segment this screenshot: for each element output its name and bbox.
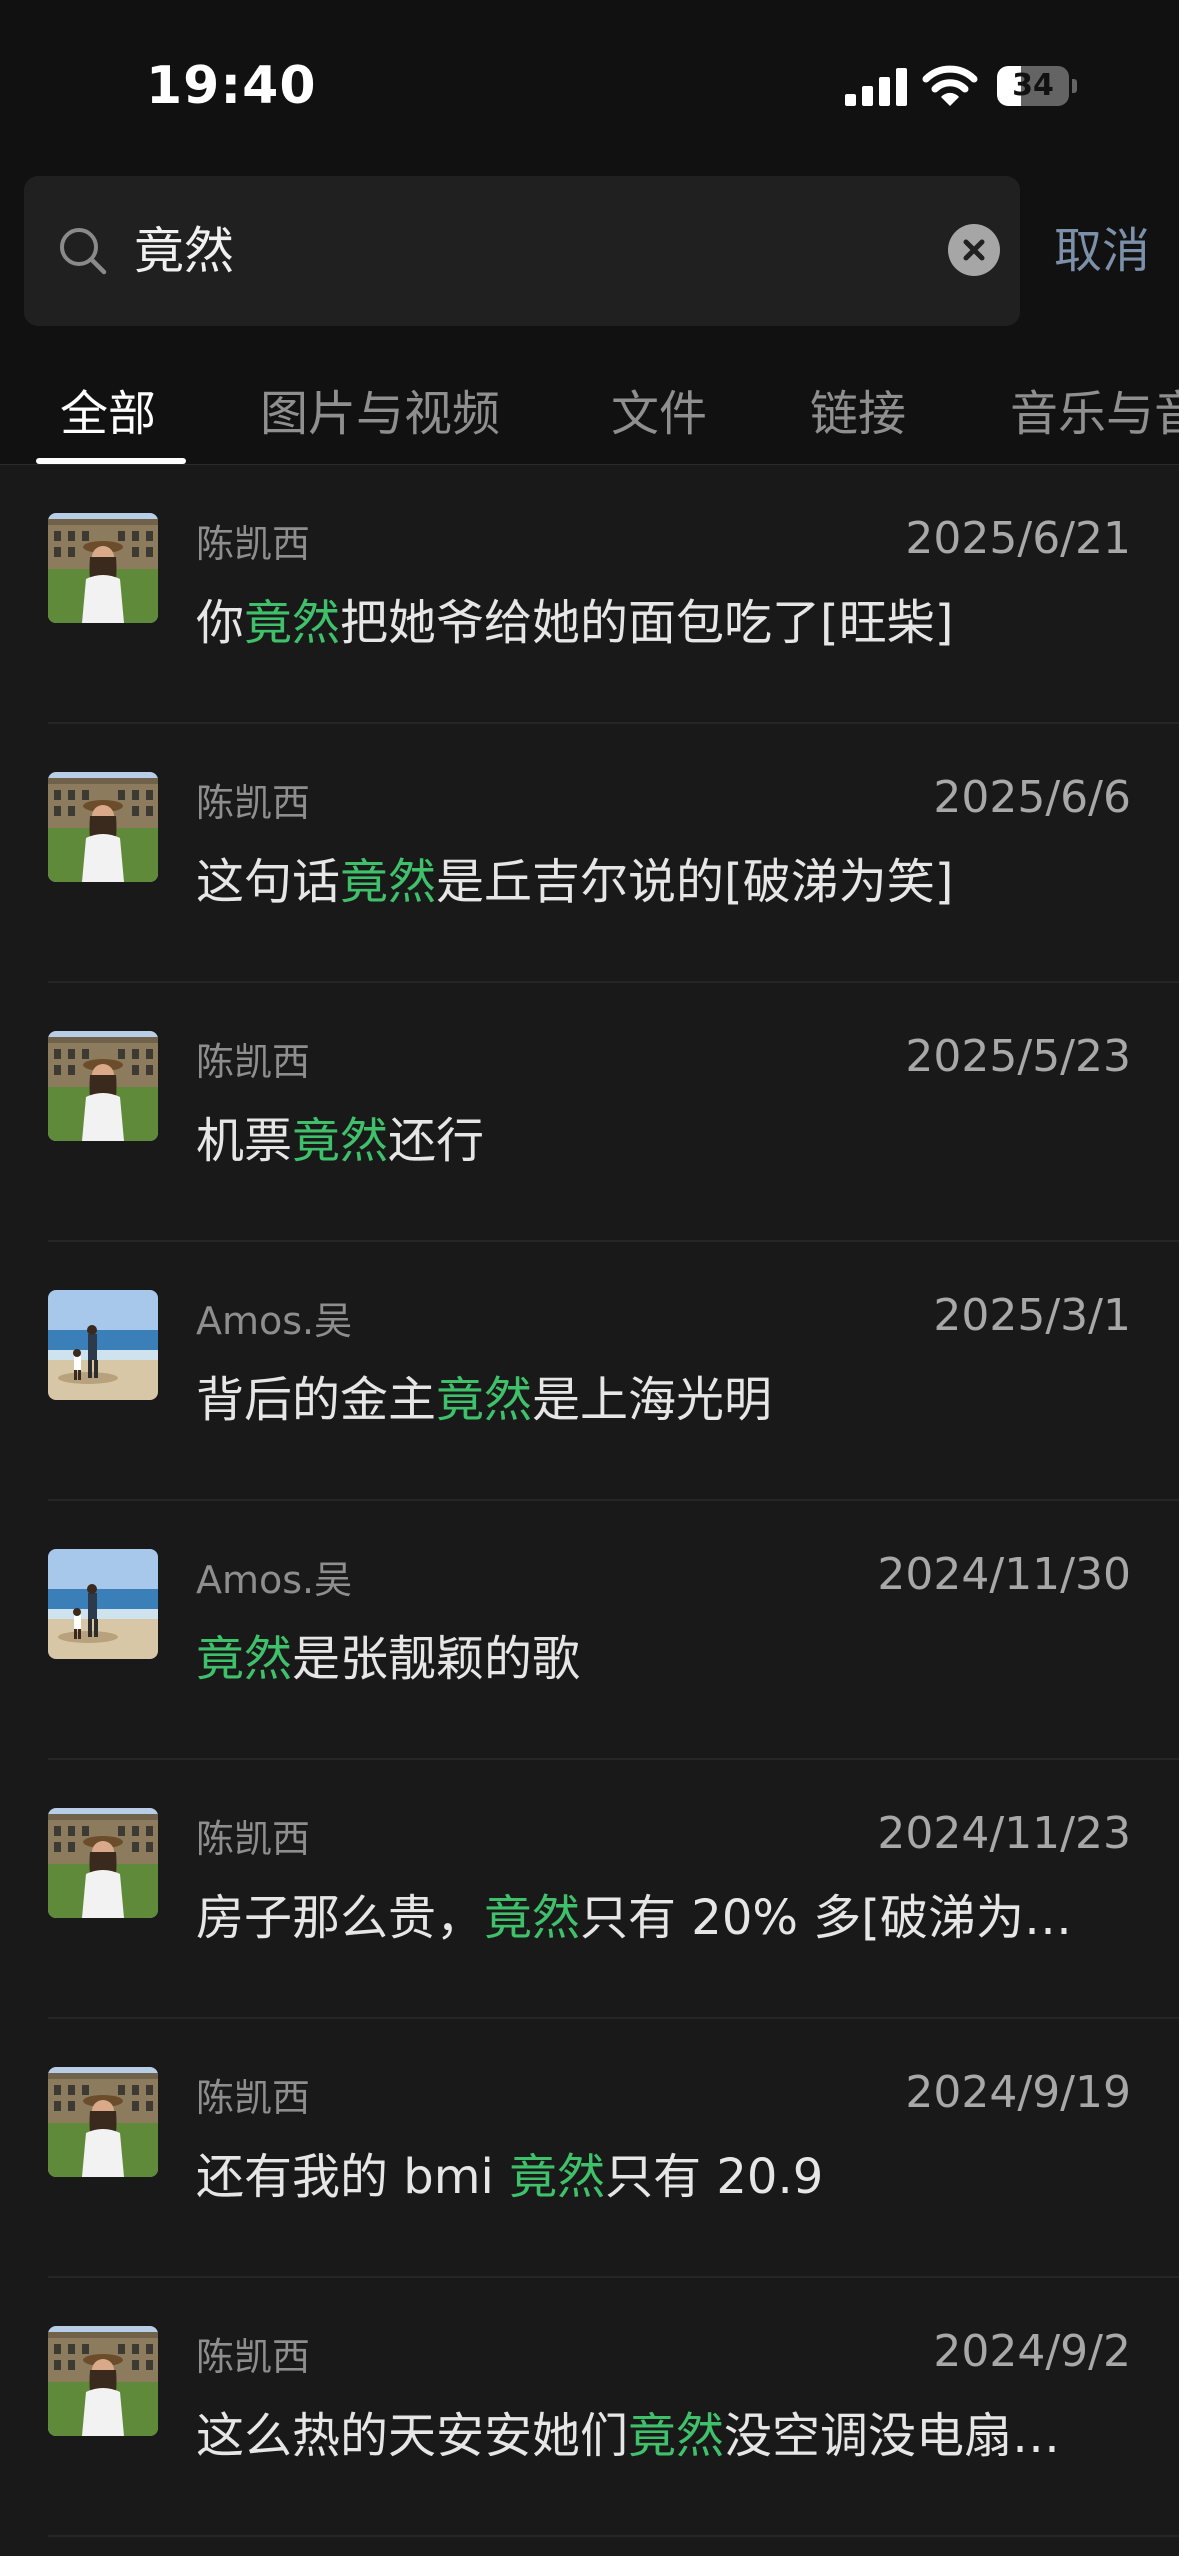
result-row[interactable]: 陈凯西 2024/11/23 房子那么贵，竟然只有 20% 多[破涕为… — [0, 1760, 1179, 2019]
battery-icon: 34 — [997, 66, 1077, 106]
search-bar[interactable]: 竟然 — [24, 176, 1020, 326]
message-text-before: 这句话 — [196, 854, 341, 910]
message-text-after: 把她爷给她的面包吃了[旺柴] — [340, 595, 954, 651]
message-date: 2024/9/2 — [933, 2326, 1131, 2377]
cellular-signal-icon — [845, 66, 907, 106]
avatar[interactable] — [48, 2326, 158, 2436]
message-date: 2025/5/23 — [905, 1031, 1131, 1082]
message-snippet: 竟然是张靓颖的歌 — [196, 1619, 1131, 1689]
message-text-before: 背后的金主 — [196, 1372, 437, 1428]
message-text-before: 房子那么贵， — [196, 1890, 485, 1946]
result-row[interactable]: 陈凯西 2025/5/23 机票竟然还行 — [0, 983, 1179, 1242]
message-snippet: 背后的金主竟然是上海光明 — [196, 1360, 1131, 1430]
message-date: 2024/11/30 — [877, 1549, 1131, 1600]
row-divider — [48, 2535, 1179, 2537]
message-text-before: 你 — [196, 595, 245, 651]
result-row[interactable]: 陈凯西 2024/9/19 还有我的 bmi 竟然只有 20.9 — [0, 2019, 1179, 2278]
result-row[interactable]: 陈凯西 2024/9/2 这么热的天安安她们竟然没空调没电扇… — [0, 2278, 1179, 2537]
tab-images-videos[interactable]: 图片与视频 — [260, 374, 500, 444]
wifi-icon — [922, 64, 978, 108]
keyword-highlight: 竟然 — [509, 2149, 606, 2205]
result-row[interactable]: 陈凯西 2025/6/6 这句话竟然是丘吉尔说的[破涕为笑] — [0, 724, 1179, 983]
cancel-button[interactable]: 取消 — [1054, 176, 1150, 326]
battery-percent: 34 — [1012, 68, 1054, 103]
message-snippet: 还有我的 bmi 竟然只有 20.9 — [196, 2137, 1131, 2207]
search-results-list: 陈凯西 2025/6/21 你竟然把她爷给她的面包吃了[旺柴] 陈凯西 2025/6/6… — [0, 465, 1179, 2556]
message-snippet: 你竟然把她爷给她的面包吃了[旺柴] — [196, 583, 1131, 653]
message-date: 2024/11/23 — [877, 1808, 1131, 1859]
keyword-highlight: 竟然 — [244, 595, 341, 651]
result-row[interactable]: Amos.吴 2025/3/1 背后的金主竟然是上海光明 — [0, 1242, 1179, 1501]
search-input[interactable]: 竟然 — [134, 176, 234, 326]
message-text-before: 这么热的天安安她们 — [196, 2408, 629, 2464]
sender-name: 陈凯西 — [196, 781, 311, 825]
message-date: 2024/9/19 — [905, 2067, 1131, 2118]
sender-name: 陈凯西 — [196, 1040, 311, 1084]
avatar[interactable] — [48, 1031, 158, 1141]
sender-name: Amos.吴 — [196, 1299, 353, 1343]
avatar[interactable] — [48, 1290, 158, 1400]
tab-links[interactable]: 链接 — [810, 374, 906, 444]
message-text-before: 还有我的 bmi — [196, 2149, 510, 2205]
message-text-after: 没空调没电扇… — [724, 2408, 1061, 2464]
sender-name: 陈凯西 — [196, 2335, 311, 2379]
message-text-after: 只有 20% 多[破涕为… — [580, 1890, 1072, 1946]
sender-name: 陈凯西 — [196, 2076, 311, 2120]
filter-tabs: 全部 图片与视频 文件 链接 音乐与音 — [0, 360, 1179, 464]
clear-icon[interactable] — [948, 224, 1000, 276]
message-snippet: 这么热的天安安她们竟然没空调没电扇… — [196, 2396, 1131, 2466]
message-text-after: 只有 20.9 — [605, 2149, 824, 2205]
avatar[interactable] — [48, 1549, 158, 1659]
message-text-before: 机票 — [196, 1113, 293, 1169]
message-date: 2025/3/1 — [933, 1290, 1131, 1341]
message-snippet: 机票竟然还行 — [196, 1101, 1131, 1171]
search-icon — [54, 222, 114, 282]
avatar[interactable] — [48, 772, 158, 882]
message-date: 2025/6/6 — [933, 772, 1131, 823]
sender-name: 陈凯西 — [196, 1817, 311, 1861]
tab-music-audio[interactable]: 音乐与音 — [1010, 374, 1179, 444]
status-time: 19:40 — [146, 56, 317, 116]
top-area: 19:40 34 竟然 取消 全部 图片与视频 文件 链接 音乐与音 — [0, 0, 1179, 464]
message-text-after: 是张靓颖的歌 — [292, 1631, 581, 1687]
keyword-highlight: 竟然 — [484, 1890, 581, 1946]
keyword-highlight: 竟然 — [196, 1631, 293, 1687]
avatar[interactable] — [48, 2067, 158, 2177]
keyword-highlight: 竟然 — [436, 1372, 533, 1428]
result-row[interactable]: 陈凯西 2025/6/21 你竟然把她爷给她的面包吃了[旺柴] — [0, 465, 1179, 724]
message-text-after: 还行 — [388, 1113, 485, 1169]
tab-files[interactable]: 文件 — [611, 374, 707, 444]
result-row[interactable]: Amos.吴 2024/11/30 竟然是张靓颖的歌 — [0, 1501, 1179, 1760]
keyword-highlight: 竟然 — [628, 2408, 725, 2464]
keyword-highlight: 竟然 — [292, 1113, 389, 1169]
message-snippet: 这句话竟然是丘吉尔说的[破涕为笑] — [196, 842, 1131, 912]
message-date: 2025/6/21 — [905, 513, 1131, 564]
message-text-after: 是丘吉尔说的[破涕为笑] — [436, 854, 954, 910]
message-snippet: 房子那么贵，竟然只有 20% 多[破涕为… — [196, 1878, 1131, 1948]
sender-name: Amos.吴 — [196, 1558, 353, 1602]
message-text-after: 是上海光明 — [532, 1372, 773, 1428]
sender-name: 陈凯西 — [196, 522, 311, 566]
keyword-highlight: 竟然 — [340, 854, 437, 910]
tab-all[interactable]: 全部 — [60, 374, 156, 444]
avatar[interactable] — [48, 1808, 158, 1918]
avatar[interactable] — [48, 513, 158, 623]
